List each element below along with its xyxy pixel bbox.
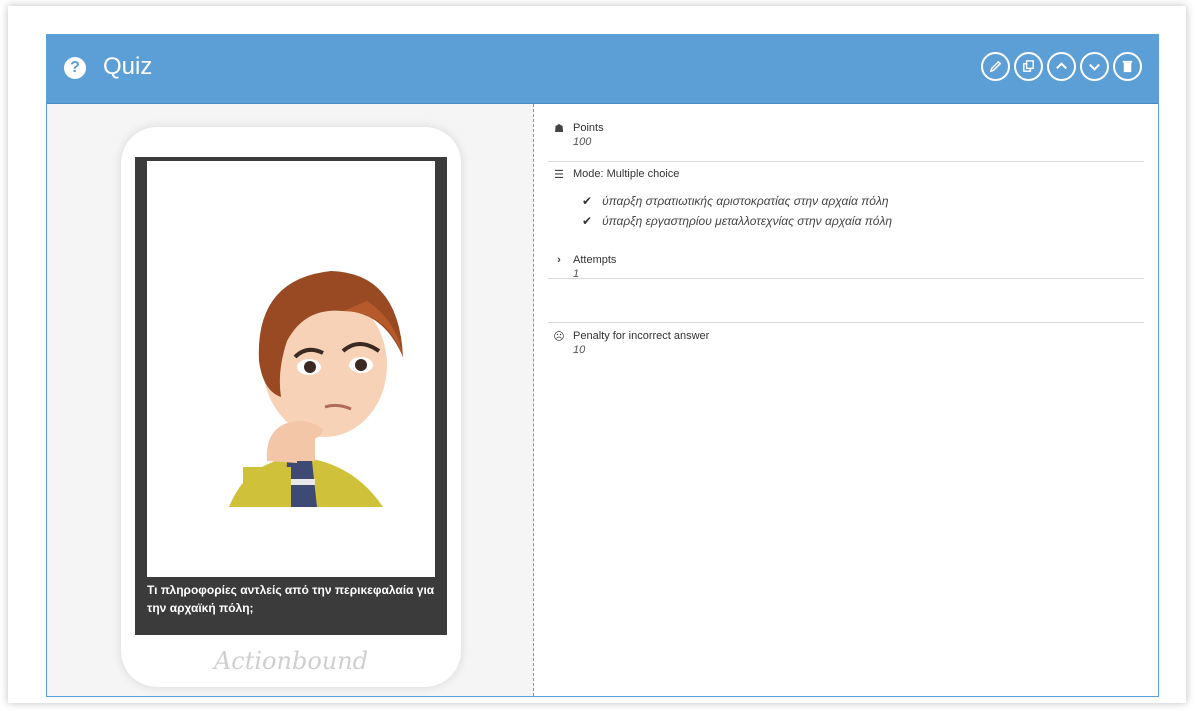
delete-button[interactable]	[1113, 52, 1142, 81]
copy-icon	[1023, 60, 1034, 72]
mode-label: Mode: Multiple choice	[573, 168, 680, 180]
move-up-button[interactable]	[1047, 52, 1076, 81]
trash-icon	[1122, 60, 1133, 73]
question-caption: Τι πληροφορίες αντλείς από την περικεφαλ…	[147, 583, 435, 615]
points-value: 100	[573, 136, 592, 148]
card-title: Quiz	[103, 53, 153, 80]
penalty-section: ☹ Penalty for incorrect answer 10	[548, 330, 1144, 366]
penalty-value: 10	[573, 344, 586, 356]
card-header: ? Quiz	[47, 35, 1158, 104]
checkmark-icon: ✔	[582, 214, 593, 228]
phone-mockup: Τι πληροφορίες αντλείς από την περικεφαλ…	[121, 127, 461, 687]
action-buttons	[981, 52, 1142, 81]
phone-screen: Τι πληροφορίες αντλείς από την περικεφαλ…	[135, 157, 447, 635]
attempts-section: › Attempts 1	[548, 254, 1144, 323]
answer-item: ✔ ύπαρξη στρατιωτικής αριστοκρατίας στην …	[582, 194, 889, 208]
help-icon[interactable]: ?	[64, 57, 86, 79]
checkmark-icon: ✔	[582, 194, 593, 208]
attempts-label: Attempts	[573, 254, 617, 266]
window-frame: ? Quiz Τι πληροφορίες αντλείς από την πε…	[8, 6, 1186, 703]
preview-panel: Τι πληροφορίες αντλείς από την περικεφαλ…	[47, 104, 534, 696]
trophy-icon: ☗	[554, 123, 564, 135]
chevron-up-icon	[1056, 62, 1067, 70]
details-panel: ☗ Points 100 ☰ Mode: Multiple choice ✔ ύπ…	[534, 104, 1158, 696]
frown-icon: ☹	[553, 331, 565, 343]
answer-item: ✔ ύπαρξη εργαστηρίου μεταλλοτεχνίας στην …	[582, 214, 893, 228]
pencil-icon	[989, 60, 1002, 73]
chevron-down-icon	[1089, 63, 1100, 71]
penalty-label: Penalty for incorrect answer	[573, 330, 710, 342]
points-section: ☗ Points 100	[548, 122, 1144, 162]
avatar-image	[147, 161, 435, 577]
edit-button[interactable]	[981, 52, 1010, 81]
chevron-right-icon: ›	[557, 254, 561, 266]
move-down-button[interactable]	[1080, 52, 1109, 81]
quiz-card: ? Quiz Τι πληροφορίες αντλείς από την πε…	[46, 34, 1159, 697]
attempts-value: 1	[573, 268, 580, 280]
points-label: Points	[573, 122, 604, 134]
brand-logo: Actionbound	[213, 647, 369, 675]
list-icon: ☰	[554, 169, 564, 181]
duplicate-button[interactable]	[1014, 52, 1043, 81]
